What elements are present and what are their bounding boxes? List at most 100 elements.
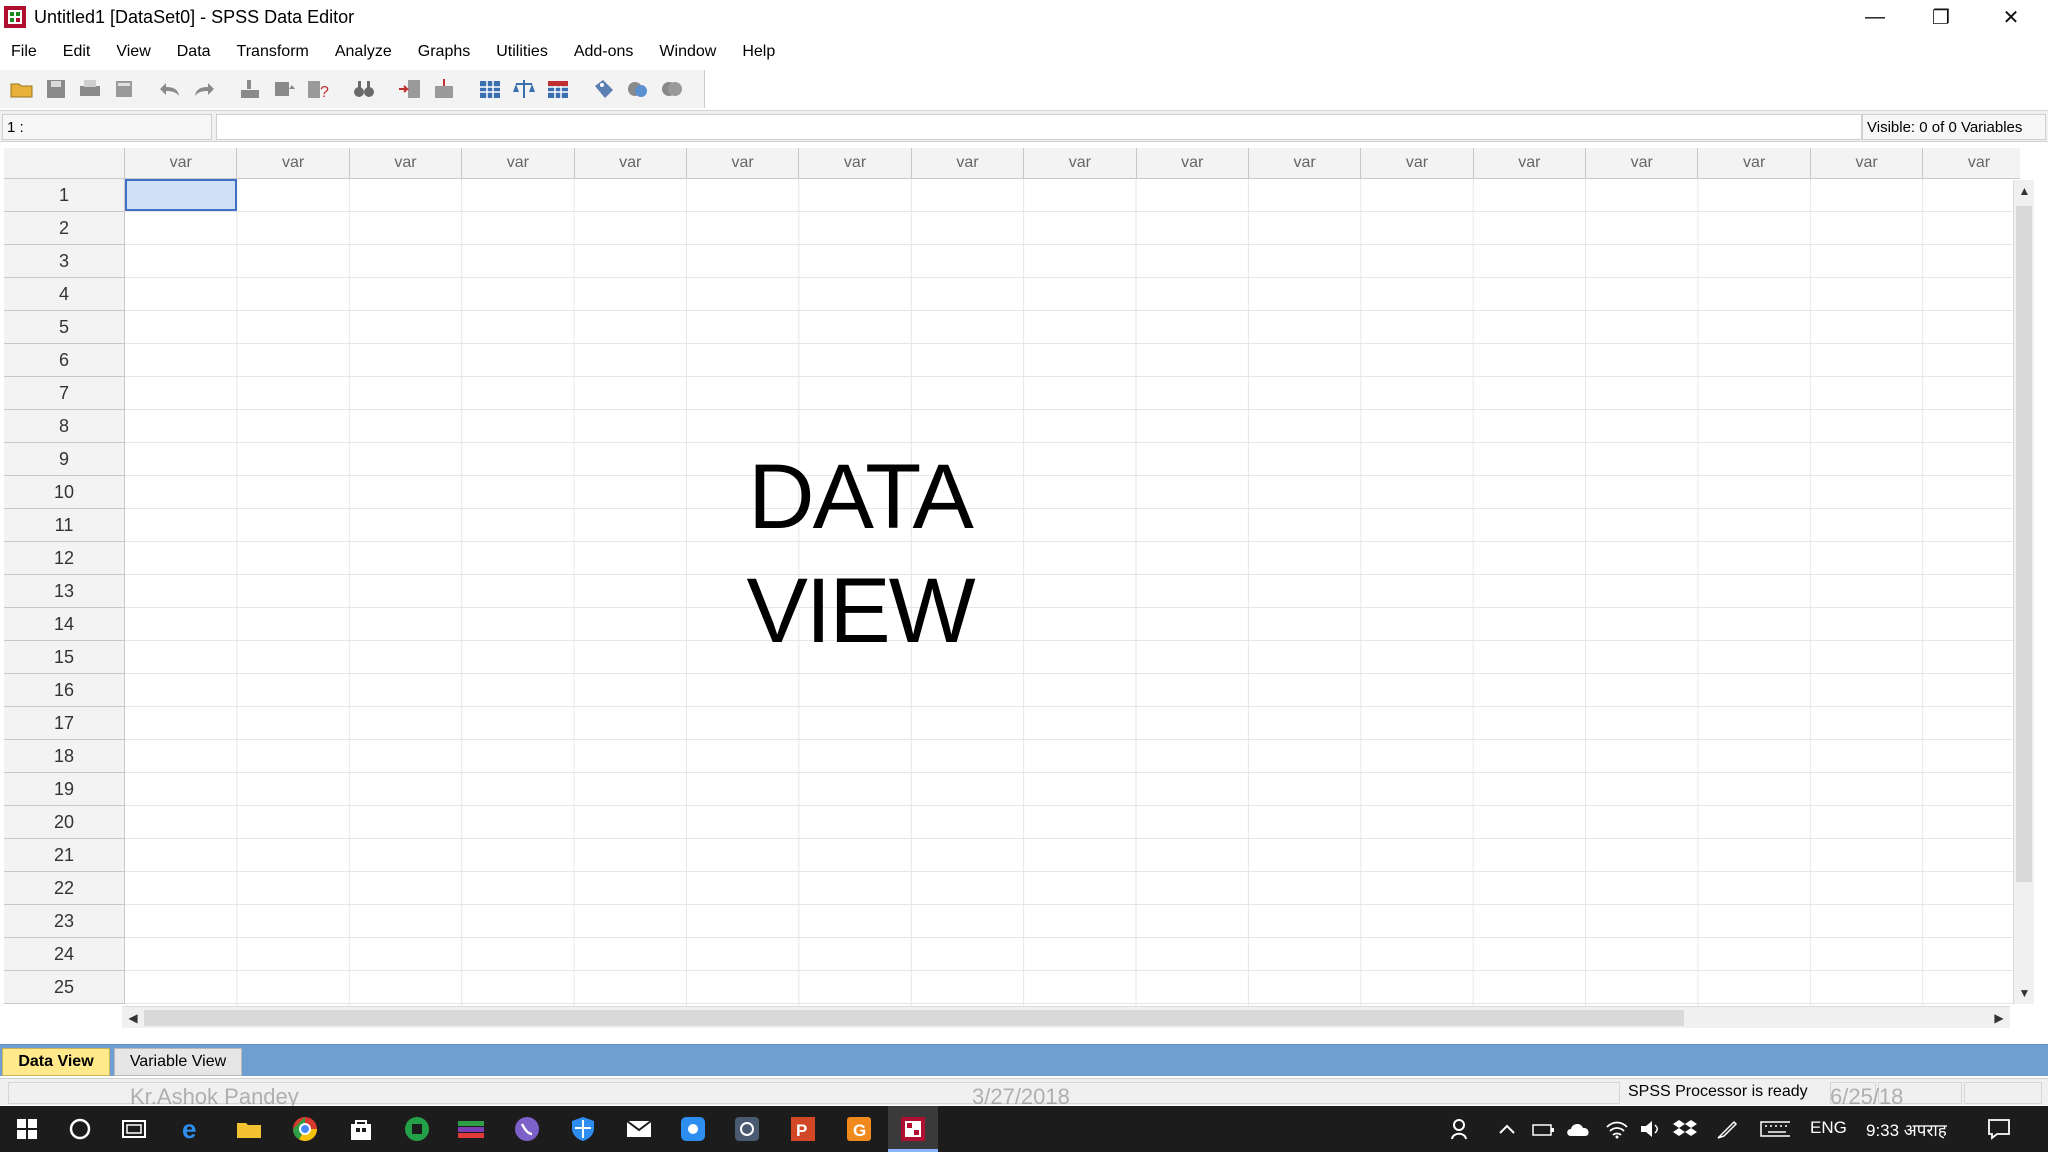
row-header[interactable]: 10 <box>4 476 125 509</box>
row-header[interactable]: 13 <box>4 575 125 608</box>
input-language[interactable]: ENG <box>1810 1118 1847 1138</box>
spss-taskbar-icon[interactable] <box>898 1114 928 1144</box>
onedrive-cloud-icon[interactable] <box>1564 1114 1594 1144</box>
column-header[interactable]: var <box>462 148 575 179</box>
menu-utilities[interactable]: Utilities <box>484 43 560 61</box>
row-header[interactable]: 21 <box>4 839 125 872</box>
select-cases-icon[interactable] <box>542 74 574 104</box>
use-sets-icon[interactable] <box>622 74 654 104</box>
column-header[interactable]: var <box>911 148 1025 179</box>
row-header[interactable]: 9 <box>4 443 125 476</box>
taskbar-clock[interactable]: 9:33 अपराह <box>1866 1118 1947 1141</box>
find-icon[interactable] <box>348 74 380 104</box>
green-app-icon[interactable] <box>402 1114 432 1144</box>
menu-analyze[interactable]: Analyze <box>323 43 404 61</box>
scroll-right-arrow-icon[interactable]: ▶ <box>1988 1007 2010 1029</box>
store-icon[interactable] <box>346 1114 376 1144</box>
tab-data-view[interactable]: Data View <box>2 1048 110 1076</box>
action-center-icon[interactable] <box>1984 1114 2014 1144</box>
wifi-icon[interactable] <box>1602 1114 1632 1144</box>
touch-keyboard-icon[interactable] <box>1760 1114 1790 1144</box>
grid-cells[interactable] <box>125 179 2013 1006</box>
spss-app-icon[interactable] <box>4 6 26 28</box>
search-circle-icon[interactable] <box>65 1114 95 1144</box>
row-header[interactable]: 1 <box>4 179 125 212</box>
column-header[interactable]: var <box>574 148 687 179</box>
file-explorer-icon[interactable] <box>234 1114 264 1144</box>
defender-shield-icon[interactable] <box>568 1114 598 1144</box>
tab-variable-view[interactable]: Variable View <box>114 1048 242 1076</box>
scroll-left-arrow-icon[interactable]: ◀ <box>122 1007 144 1029</box>
row-header[interactable]: 20 <box>4 806 125 839</box>
horizontal-scroll-thumb[interactable] <box>144 1010 1684 1026</box>
variables-icon[interactable]: ? <box>302 74 334 104</box>
column-header[interactable]: var <box>1361 148 1474 179</box>
goto-variable-icon[interactable] <box>268 74 300 104</box>
value-labels-icon[interactable] <box>588 74 620 104</box>
show-hidden-icons-chevron-icon[interactable] <box>1492 1114 1522 1144</box>
horizontal-scrollbar[interactable]: ◀ ▶ <box>122 1006 2010 1028</box>
row-header[interactable]: 19 <box>4 773 125 806</box>
row-header[interactable]: 5 <box>4 311 125 344</box>
row-header[interactable]: 8 <box>4 410 125 443</box>
volume-icon[interactable] <box>1636 1114 1666 1144</box>
undo-icon[interactable] <box>154 74 186 104</box>
row-header[interactable]: 2 <box>4 212 125 245</box>
goto-case-icon[interactable] <box>234 74 266 104</box>
open-folder-icon[interactable] <box>6 74 38 104</box>
menu-graphs[interactable]: Graphs <box>406 43 482 61</box>
column-header[interactable]: var <box>686 148 800 179</box>
menu-data[interactable]: Data <box>165 43 223 61</box>
row-header[interactable]: 12 <box>4 542 125 575</box>
column-header[interactable]: var <box>1586 148 1699 179</box>
people-icon[interactable] <box>1446 1114 1476 1144</box>
row-header[interactable]: 18 <box>4 740 125 773</box>
scroll-down-arrow-icon[interactable]: ▼ <box>2014 982 2035 1004</box>
menu-help[interactable]: Help <box>730 43 787 61</box>
menu-edit[interactable]: Edit <box>51 43 103 61</box>
insert-cases-icon[interactable] <box>394 74 426 104</box>
row-header[interactable]: 16 <box>4 674 125 707</box>
powerpoint-icon[interactable]: P <box>788 1114 818 1144</box>
menu-transform[interactable]: Transform <box>225 43 321 61</box>
dropbox-icon[interactable] <box>1670 1114 1700 1144</box>
windows-start-icon[interactable] <box>12 1114 42 1144</box>
restore-button[interactable]: ❐ <box>1908 0 1974 34</box>
column-header[interactable]: var <box>1024 148 1137 179</box>
blue-app-icon[interactable] <box>678 1114 708 1144</box>
row-header[interactable]: 22 <box>4 872 125 905</box>
chrome-icon[interactable] <box>290 1114 320 1144</box>
pen-ink-icon[interactable] <box>1712 1114 1742 1144</box>
row-header[interactable]: 7 <box>4 377 125 410</box>
row-header[interactable]: 6 <box>4 344 125 377</box>
redo-icon[interactable] <box>188 74 220 104</box>
edge-browser-icon[interactable]: e <box>178 1114 208 1144</box>
row-header[interactable]: 11 <box>4 509 125 542</box>
row-header[interactable]: 15 <box>4 641 125 674</box>
column-header[interactable]: var <box>1810 148 1924 179</box>
column-header[interactable]: var <box>1473 148 1587 179</box>
column-header[interactable]: var <box>349 148 463 179</box>
dialog-recall-icon[interactable] <box>108 74 140 104</box>
cell-value-editor[interactable] <box>216 114 1862 140</box>
battery-icon[interactable] <box>1528 1114 1558 1144</box>
task-view-icon[interactable] <box>120 1114 150 1144</box>
grid-corner[interactable] <box>4 148 125 179</box>
column-header[interactable]: var <box>125 148 238 179</box>
row-header[interactable]: 14 <box>4 608 125 641</box>
row-header[interactable]: 4 <box>4 278 125 311</box>
row-header[interactable]: 23 <box>4 905 125 938</box>
column-header[interactable]: var <box>1698 148 1811 179</box>
orange-app-icon[interactable]: G <box>844 1114 874 1144</box>
mail-icon[interactable] <box>624 1114 654 1144</box>
close-button[interactable]: ✕ <box>1978 0 2044 34</box>
column-header[interactable]: var <box>799 148 912 179</box>
show-all-variables-icon[interactable] <box>656 74 688 104</box>
row-header[interactable]: 25 <box>4 971 125 1004</box>
vertical-scroll-thumb[interactable] <box>2016 206 2032 882</box>
menu-window[interactable]: Window <box>647 43 728 61</box>
row-header[interactable]: 3 <box>4 245 125 278</box>
print-icon[interactable] <box>74 74 106 104</box>
menu-view[interactable]: View <box>104 43 162 61</box>
column-header[interactable]: var <box>1136 148 1249 179</box>
